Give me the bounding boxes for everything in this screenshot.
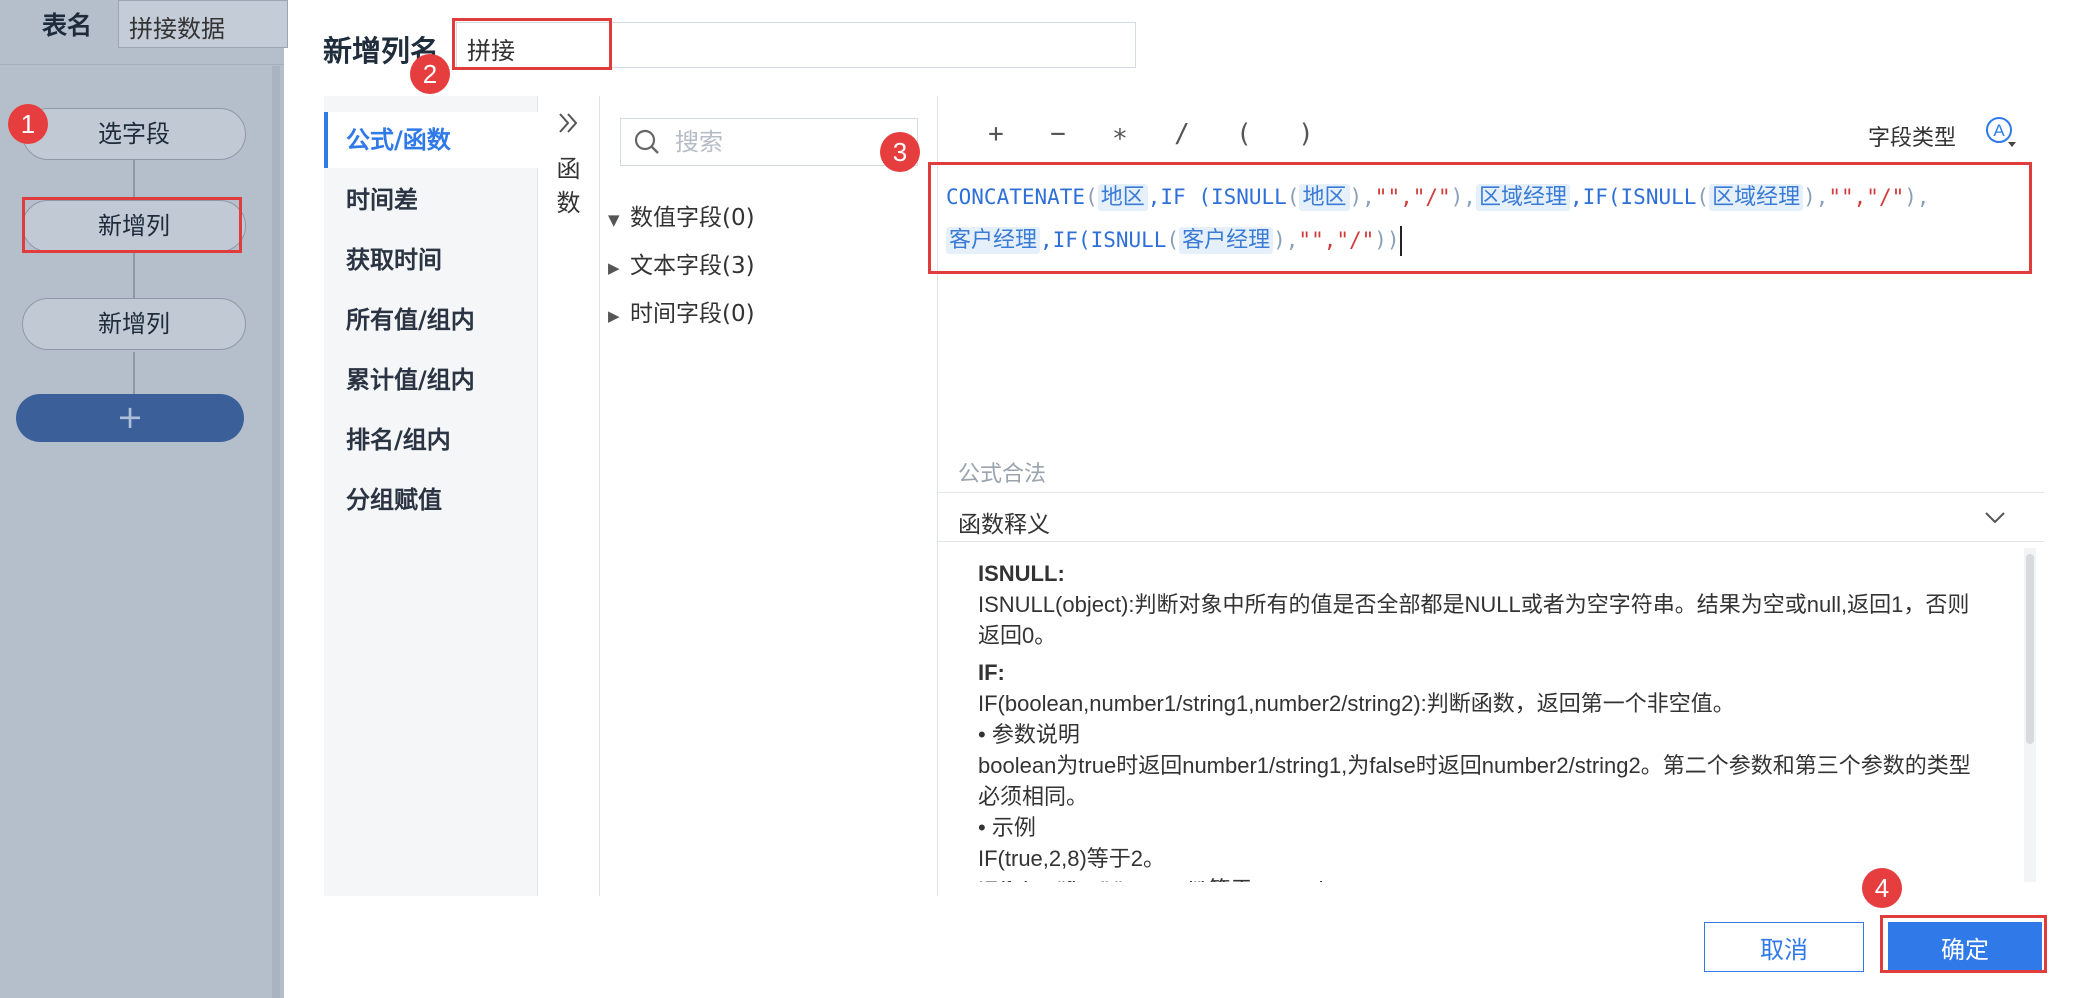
step-connector: [133, 252, 135, 298]
caret-right-icon: ▶: [608, 259, 620, 277]
help-text-line: boolean为true时返回number1/string1,为false时返回…: [978, 753, 1971, 809]
step-badge: 3: [880, 132, 920, 172]
step-select-fields[interactable]: 选字段: [22, 108, 246, 160]
step-connector: [133, 352, 135, 394]
category-all-values-group[interactable]: 所有值/组内: [324, 292, 538, 348]
chevron-down-icon[interactable]: [1982, 505, 2008, 531]
close-paren-button[interactable]: ): [1286, 114, 1326, 154]
help-text-line: ISNULL(object):判断对象中所有的值是否全部都是NULL或者为空字符…: [978, 592, 1970, 648]
svg-text:A: A: [1993, 121, 2005, 140]
step-badge: 4: [1862, 868, 1902, 908]
text-type-icon: A: [1986, 117, 2016, 147]
help-scrollbar[interactable]: [2024, 548, 2036, 882]
help-text-line: • 参数说明: [978, 722, 1080, 747]
function-help-content: ISNULL: ISNULL(object):判断对象中所有的值是否全部都是NUL…: [978, 552, 1978, 882]
function-label-char: 函: [556, 155, 581, 183]
plus-operator-button[interactable]: +: [976, 114, 1016, 154]
formula-validity-status: 公式合法: [958, 462, 1047, 487]
add-step-button[interactable]: +: [16, 394, 244, 442]
table-name-label: 表名: [42, 11, 93, 40]
tree-group-label: 文本字段(3): [630, 253, 755, 279]
search-icon: [634, 129, 659, 154]
tree-group-numeric[interactable]: ▼ 数值字段(0): [608, 198, 755, 238]
help-function-name: IF:: [978, 660, 1005, 685]
left-panel: 表名 拼接数据 选字段 新增列 新增列 +: [0, 0, 288, 998]
category-formula-function[interactable]: 公式/函数: [324, 112, 538, 168]
highlight-box-name: [452, 18, 612, 70]
category-rank-group[interactable]: 排名/组内: [324, 412, 538, 468]
open-paren-button[interactable]: (: [1224, 114, 1264, 154]
help-function-name: ISNULL:: [978, 561, 1065, 586]
double-chevron-right-icon[interactable]: [538, 110, 599, 142]
step-connector: [133, 160, 135, 198]
step-add-column[interactable]: 新增列: [22, 298, 246, 350]
field-panel: ▼ 数值字段(0) ▶ 文本字段(3) ▶ 时间字段(0): [600, 96, 938, 896]
minus-operator-button[interactable]: −: [1038, 114, 1078, 154]
highlight-box-step: [22, 197, 242, 253]
category-get-time[interactable]: 获取时间: [324, 232, 538, 288]
panel-edge: [272, 66, 280, 998]
table-name-input[interactable]: 拼接数据: [118, 0, 288, 48]
help-text-line: IF(true,2,8)等于2。: [978, 846, 1166, 871]
caret-down-icon: ▼: [608, 211, 620, 229]
tree-group-text[interactable]: ▶ 文本字段(3): [608, 246, 755, 286]
category-time-diff[interactable]: 时间差: [324, 172, 538, 228]
step-badge: 2: [410, 54, 450, 94]
divider: [0, 64, 284, 65]
tree-group-label: 时间字段(0): [630, 301, 755, 327]
highlight-box-formula: [928, 162, 2032, 274]
field-type-label: 字段类型: [1868, 126, 1957, 151]
category-group-assign[interactable]: 分组赋值: [324, 472, 538, 528]
help-text-line: IF(false,"first","second")等于second 。: [978, 874, 1978, 882]
search-input[interactable]: [675, 127, 905, 157]
function-label-char: 数: [556, 189, 581, 217]
function-category-list: 公式/函数 时间差 获取时间 所有值/组内 累计值/组内 排名/组内 分组赋值: [324, 96, 538, 896]
tree-group-label: 数值字段(0): [630, 205, 755, 231]
scrollbar-thumb[interactable]: [2026, 554, 2034, 744]
function-panel-toggle[interactable]: 函 数: [538, 96, 600, 896]
function-help-header[interactable]: 函数释义: [938, 492, 2044, 542]
help-text-line: • 示例: [978, 815, 1036, 840]
cancel-button[interactable]: 取消: [1704, 922, 1864, 972]
help-text-line: IF(boolean,number1/string1,number2/strin…: [978, 691, 1735, 716]
field-type-dropdown[interactable]: A: [1984, 116, 2018, 150]
category-cumulative-group[interactable]: 累计值/组内: [324, 352, 538, 408]
multiply-operator-button[interactable]: ∗: [1100, 114, 1140, 154]
function-help-title: 函数释义: [958, 512, 1050, 538]
step-badge: 1: [8, 104, 48, 144]
function-label: 函 数: [538, 152, 599, 220]
field-search-box[interactable]: [620, 118, 918, 166]
caret-right-icon: ▶: [608, 307, 620, 325]
highlight-box-confirm: [1880, 915, 2047, 973]
divide-operator-button[interactable]: /: [1162, 114, 1202, 154]
tree-group-time[interactable]: ▶ 时间字段(0): [608, 294, 755, 334]
